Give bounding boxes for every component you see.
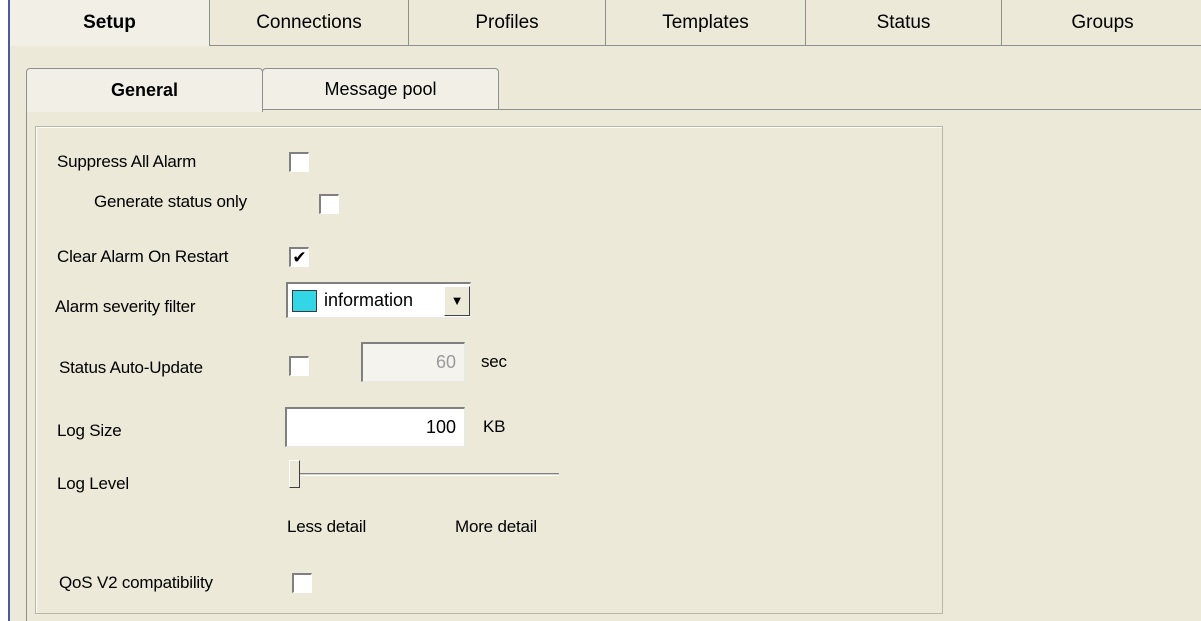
tab-status[interactable]: Status: [806, 0, 1002, 46]
severity-color-swatch: [292, 289, 317, 312]
subtab-general[interactable]: General: [26, 68, 263, 112]
suppress-all-alarm-label: Suppress All Alarm: [57, 152, 197, 171]
alarm-severity-filter-select[interactable]: information ▼: [286, 282, 471, 318]
main-tab-strip: Setup Connections Profiles Templates Sta…: [10, 0, 1201, 46]
log-level-min-label: Less detail: [287, 517, 367, 536]
status-auto-update-interval-value: 60: [435, 352, 456, 372]
tab-groups-label: Groups: [1071, 11, 1134, 33]
general-panel: Suppress All Alarm Generate status only …: [26, 109, 1201, 621]
log-size-unit: KB: [483, 417, 506, 436]
clear-alarm-on-restart-label: Clear Alarm On Restart: [57, 247, 229, 266]
clear-alarm-on-restart-checkbox[interactable]: ✔: [289, 247, 309, 267]
qos-v2-compatibility-label: QoS V2 compatibility: [59, 573, 213, 592]
tab-profiles-label: Profiles: [475, 11, 539, 33]
alarm-severity-filter-label: Alarm severity filter: [55, 297, 196, 316]
qos-v2-compatibility-checkbox[interactable]: [292, 573, 312, 593]
check-mark-icon: ✔: [292, 248, 307, 267]
log-level-label: Log Level: [57, 474, 129, 493]
setup-panel: General Message pool Suppress All Alarm …: [10, 46, 1201, 621]
subtab-message-pool[interactable]: Message pool: [262, 68, 499, 110]
tab-profiles[interactable]: Profiles: [409, 0, 606, 46]
subtab-message-pool-label: Message pool: [324, 79, 437, 99]
log-size-value: 100: [425, 417, 456, 437]
tab-setup-label: Setup: [83, 12, 136, 33]
status-auto-update-checkbox[interactable]: [289, 356, 309, 376]
log-size-input[interactable]: 100: [285, 407, 465, 447]
log-level-slider-track[interactable]: [291, 473, 559, 476]
status-auto-update-unit: sec: [481, 352, 507, 371]
tab-connections-label: Connections: [256, 11, 362, 33]
generate-status-only-checkbox[interactable]: [319, 194, 339, 214]
suppress-all-alarm-checkbox[interactable]: [289, 152, 309, 172]
tab-status-label: Status: [876, 11, 931, 33]
configuration-window: Setup Connections Profiles Templates Sta…: [8, 0, 1201, 621]
generate-status-only-label: Generate status only: [94, 192, 247, 211]
general-settings-group: Suppress All Alarm Generate status only …: [35, 126, 943, 614]
tab-templates[interactable]: Templates: [606, 0, 806, 46]
log-level-max-label: More detail: [455, 517, 537, 536]
log-size-label: Log Size: [57, 421, 122, 440]
tab-groups[interactable]: Groups: [1002, 0, 1201, 46]
status-auto-update-interval-input[interactable]: 60: [361, 342, 465, 382]
tab-setup[interactable]: Setup: [10, 0, 210, 46]
log-level-slider-thumb[interactable]: [289, 460, 300, 488]
alarm-severity-filter-value: information: [324, 290, 414, 310]
dropdown-arrow-icon: ▼: [450, 293, 464, 308]
tab-connections[interactable]: Connections: [210, 0, 409, 46]
status-auto-update-label: Status Auto-Update: [59, 358, 203, 377]
tab-templates-label: Templates: [662, 11, 749, 33]
chevron-down-icon[interactable]: ▼: [444, 285, 470, 316]
subtab-general-label: General: [110, 80, 179, 100]
